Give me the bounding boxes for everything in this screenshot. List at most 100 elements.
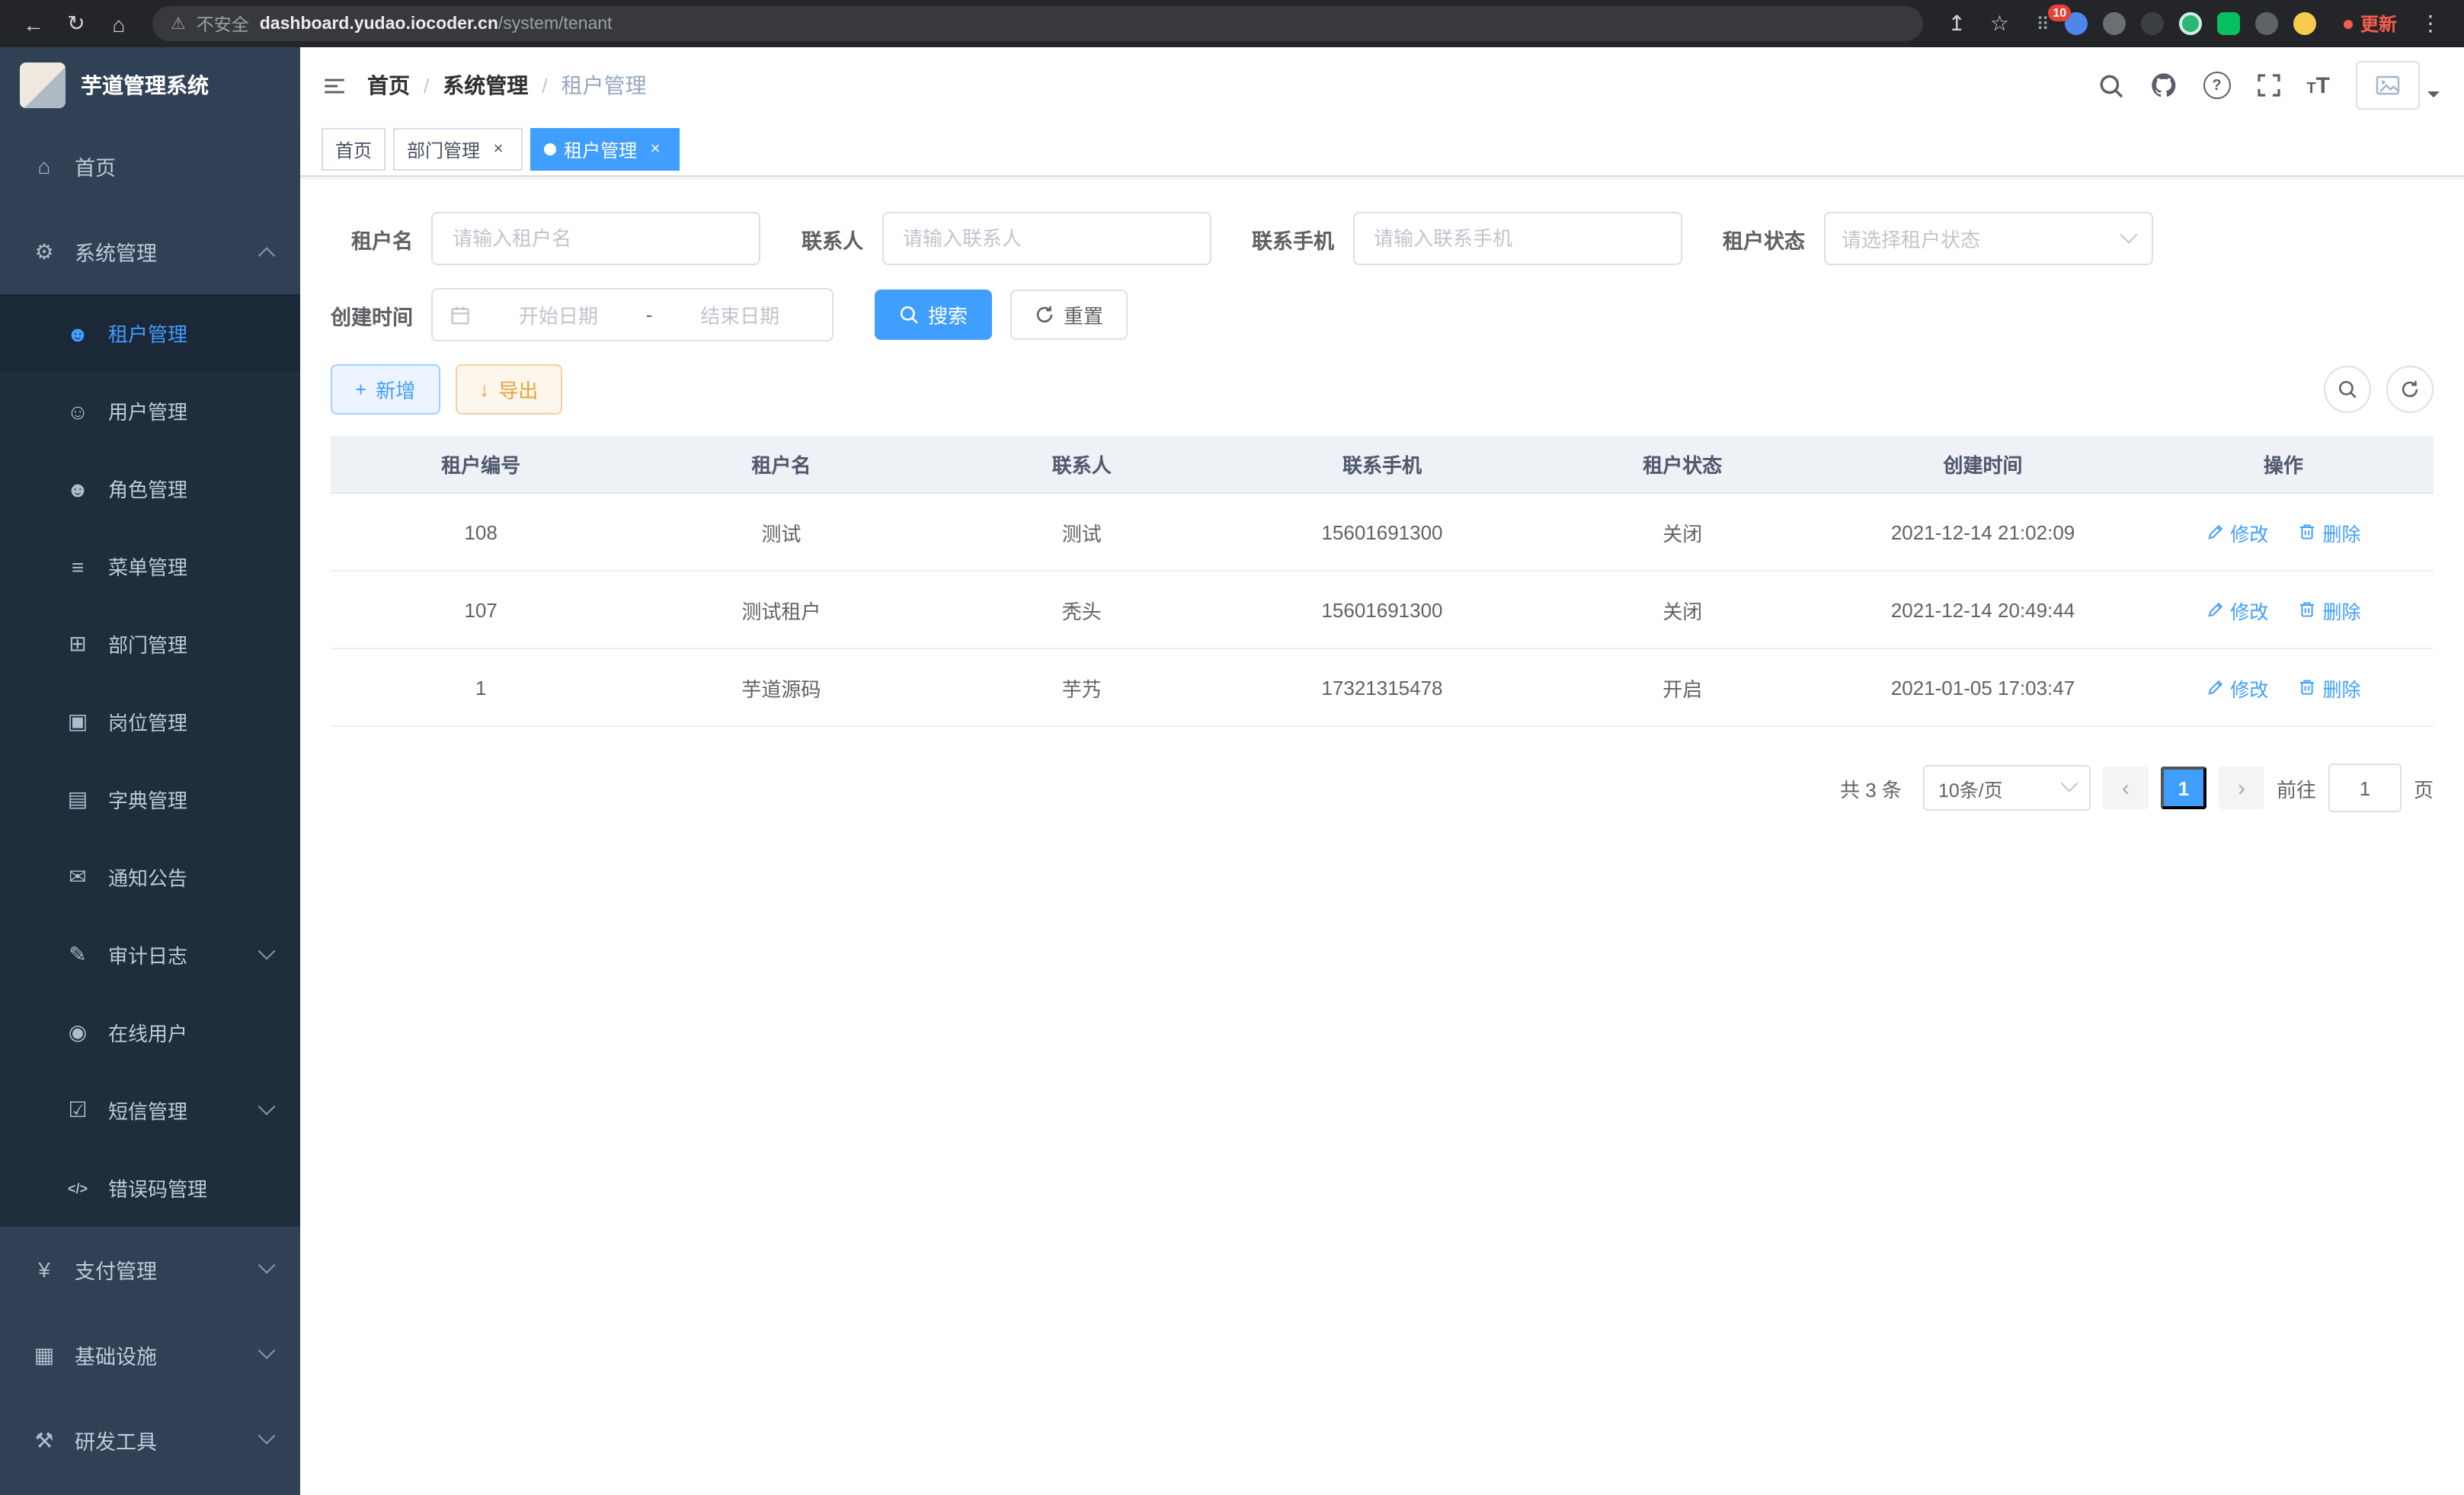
extension-grid-icon[interactable]: ⠿10 [2036,13,2050,34]
sidebar-item-infrastructure[interactable]: ▦ 基础设施 [0,1312,300,1397]
start-date-placeholder: 开始日期 [483,300,634,329]
chevron-down-icon [258,942,276,959]
filter-status: 租户状态 请选择租户状态 [1723,212,2152,265]
sidebar-item-label: 在线用户 [108,1018,187,1047]
edit-icon [2206,600,2224,619]
add-button[interactable]: + 新增 [331,364,440,415]
font-size-icon[interactable]: TT [2306,72,2330,98]
sidebar-item-sms-management[interactable]: ☑ 短信管理 [0,1071,300,1149]
toggle-search-button[interactable] [2324,366,2371,413]
sidebar-item-notice[interactable]: ✉ 通知公告 [0,838,300,916]
sidebar-item-dept-management[interactable]: ⊞ 部门管理 [0,605,300,683]
page-size-select[interactable]: 10条/页 [1923,765,2091,811]
col-tenant-name: 租户名 [631,436,931,493]
download-icon: ↓ [479,379,489,399]
export-button[interactable]: ↓ 导出 [455,364,562,415]
contact-input[interactable] [900,226,1192,251]
edit-button[interactable]: 修改 [2206,673,2268,702]
search-icon[interactable] [2098,72,2123,98]
sidebar-item-menu-management[interactable]: ≡ 菜单管理 [0,527,300,605]
home-icon[interactable]: ⌂ [101,5,137,42]
mobile-input[interactable] [1371,226,1663,251]
sidebar-item-role-management[interactable]: ☻ 角色管理 [0,450,300,527]
delete-button[interactable]: 删除 [2298,595,2360,624]
table-row: 107 测试租户 秃头 15601691300 关闭 2021-12-14 20… [331,571,2434,648]
hamburger-icon[interactable] [325,75,344,95]
browser-menu-icon[interactable]: ⋮ [2412,5,2449,42]
security-label: 不安全 [197,11,249,36]
help-icon[interactable]: ? [2203,72,2230,99]
close-icon[interactable]: × [645,139,666,160]
delete-button[interactable]: 删除 [2298,673,2360,702]
fullscreen-icon[interactable] [2256,73,2280,98]
bookmark-star-icon[interactable]: ☆ [1981,5,2018,42]
tab-tenant-management[interactable]: 租户管理 × [530,128,680,171]
extension-badge: 10 [2048,4,2071,21]
payment-yen-icon: ¥ [30,1257,58,1282]
filter-contact: 联系人 [802,212,1211,265]
sidebar-item-dict-management[interactable]: ▤ 字典管理 [0,760,300,838]
logo[interactable]: 芋道管理系统 [0,47,300,123]
cell-tenant-name: 测试 [631,493,931,571]
page-number-1[interactable]: 1 [2161,767,2206,809]
status-select[interactable]: 请选择租户状态 [1823,212,2152,265]
user-icon: ☺ [64,399,91,423]
contact-label: 联系人 [802,223,863,254]
sidebar-item-dev-tools[interactable]: ⚒ 研发工具 [0,1397,300,1483]
cell-tenant-id: 1 [331,648,631,726]
sidebar-item-label: 错误码管理 [108,1173,207,1202]
sidebar-item-label: 角色管理 [108,474,187,503]
breadcrumb-current: 租户管理 [562,70,647,101]
prev-page-button[interactable]: ‹ [2103,767,2149,809]
share-icon[interactable]: ↥ [1938,5,1975,42]
refresh-button[interactable] [2386,366,2434,413]
extension-icon[interactable] [2179,12,2202,35]
extension-icon[interactable] [2103,12,2126,35]
url-path: /system/tenant [498,14,613,33]
tab-home[interactable]: 首页 [322,128,386,171]
next-page-button[interactable]: › [2219,767,2264,809]
breadcrumb-home[interactable]: 首页 [367,70,410,101]
extension-icon[interactable] [2217,12,2240,35]
cell-actions: 修改 删除 [2133,493,2434,571]
back-icon[interactable]: ← [15,5,52,42]
tags-view: 首页 部门管理 × 租户管理 × [300,123,2464,177]
close-icon[interactable]: × [488,139,509,160]
cell-mobile: 17321315478 [1232,648,1532,726]
address-bar[interactable]: ⚠ 不安全 dashboard.yudao.iocoder.cn/system/… [152,6,1923,41]
tab-label: 部门管理 [407,136,480,162]
sidebar-item-home[interactable]: ⌂ 首页 [0,123,300,209]
sidebar-item-error-code-management[interactable]: </> 错误码管理 [0,1149,300,1227]
col-tenant-id: 租户编号 [331,436,631,493]
cell-mobile: 15601691300 [1232,493,1532,571]
sidebar-item-tenant-management[interactable]: ☻ 租户管理 [0,294,300,372]
search-button[interactable]: 搜索 [875,290,992,340]
sidebar-item-payment-management[interactable]: ¥ 支付管理 [0,1227,300,1312]
edit-button[interactable]: 修改 [2206,517,2268,546]
github-icon[interactable] [2149,72,2177,99]
logo-image [20,62,66,108]
user-avatar[interactable] [2356,61,2440,110]
col-created: 创建时间 [1832,436,2133,493]
date-range-picker[interactable]: 开始日期 - 结束日期 [431,288,834,341]
tenant-name-input[interactable] [450,226,742,251]
sidebar-item-label: 系统管理 [75,236,157,267]
plus-icon: + [355,379,366,399]
sidebar-item-audit-log[interactable]: ✎ 审计日志 [0,916,300,994]
delete-button[interactable]: 删除 [2298,517,2360,546]
reset-button[interactable]: 重置 [1010,290,1128,340]
update-button[interactable]: 更新 [2334,11,2406,37]
edit-button[interactable]: 修改 [2206,595,2268,624]
reload-icon[interactable]: ↻ [58,5,94,42]
sidebar-item-label: 研发工具 [75,1425,157,1455]
sidebar-item-online-users[interactable]: ◉ 在线用户 [0,994,300,1071]
sidebar-item-post-management[interactable]: ▣ 岗位管理 [0,683,300,760]
sidebar-item-user-management[interactable]: ☺ 用户管理 [0,372,300,450]
breadcrumb-system[interactable]: 系统管理 [443,70,528,101]
extension-icon[interactable] [2141,12,2164,35]
goto-page-input[interactable] [2328,764,2402,812]
sidebar-item-system-management[interactable]: ⚙ 系统管理 [0,209,300,294]
extensions-puzzle-icon[interactable] [2255,12,2278,35]
profile-avatar-icon[interactable] [2293,12,2316,35]
tab-dept-management[interactable]: 部门管理 × [393,128,523,171]
